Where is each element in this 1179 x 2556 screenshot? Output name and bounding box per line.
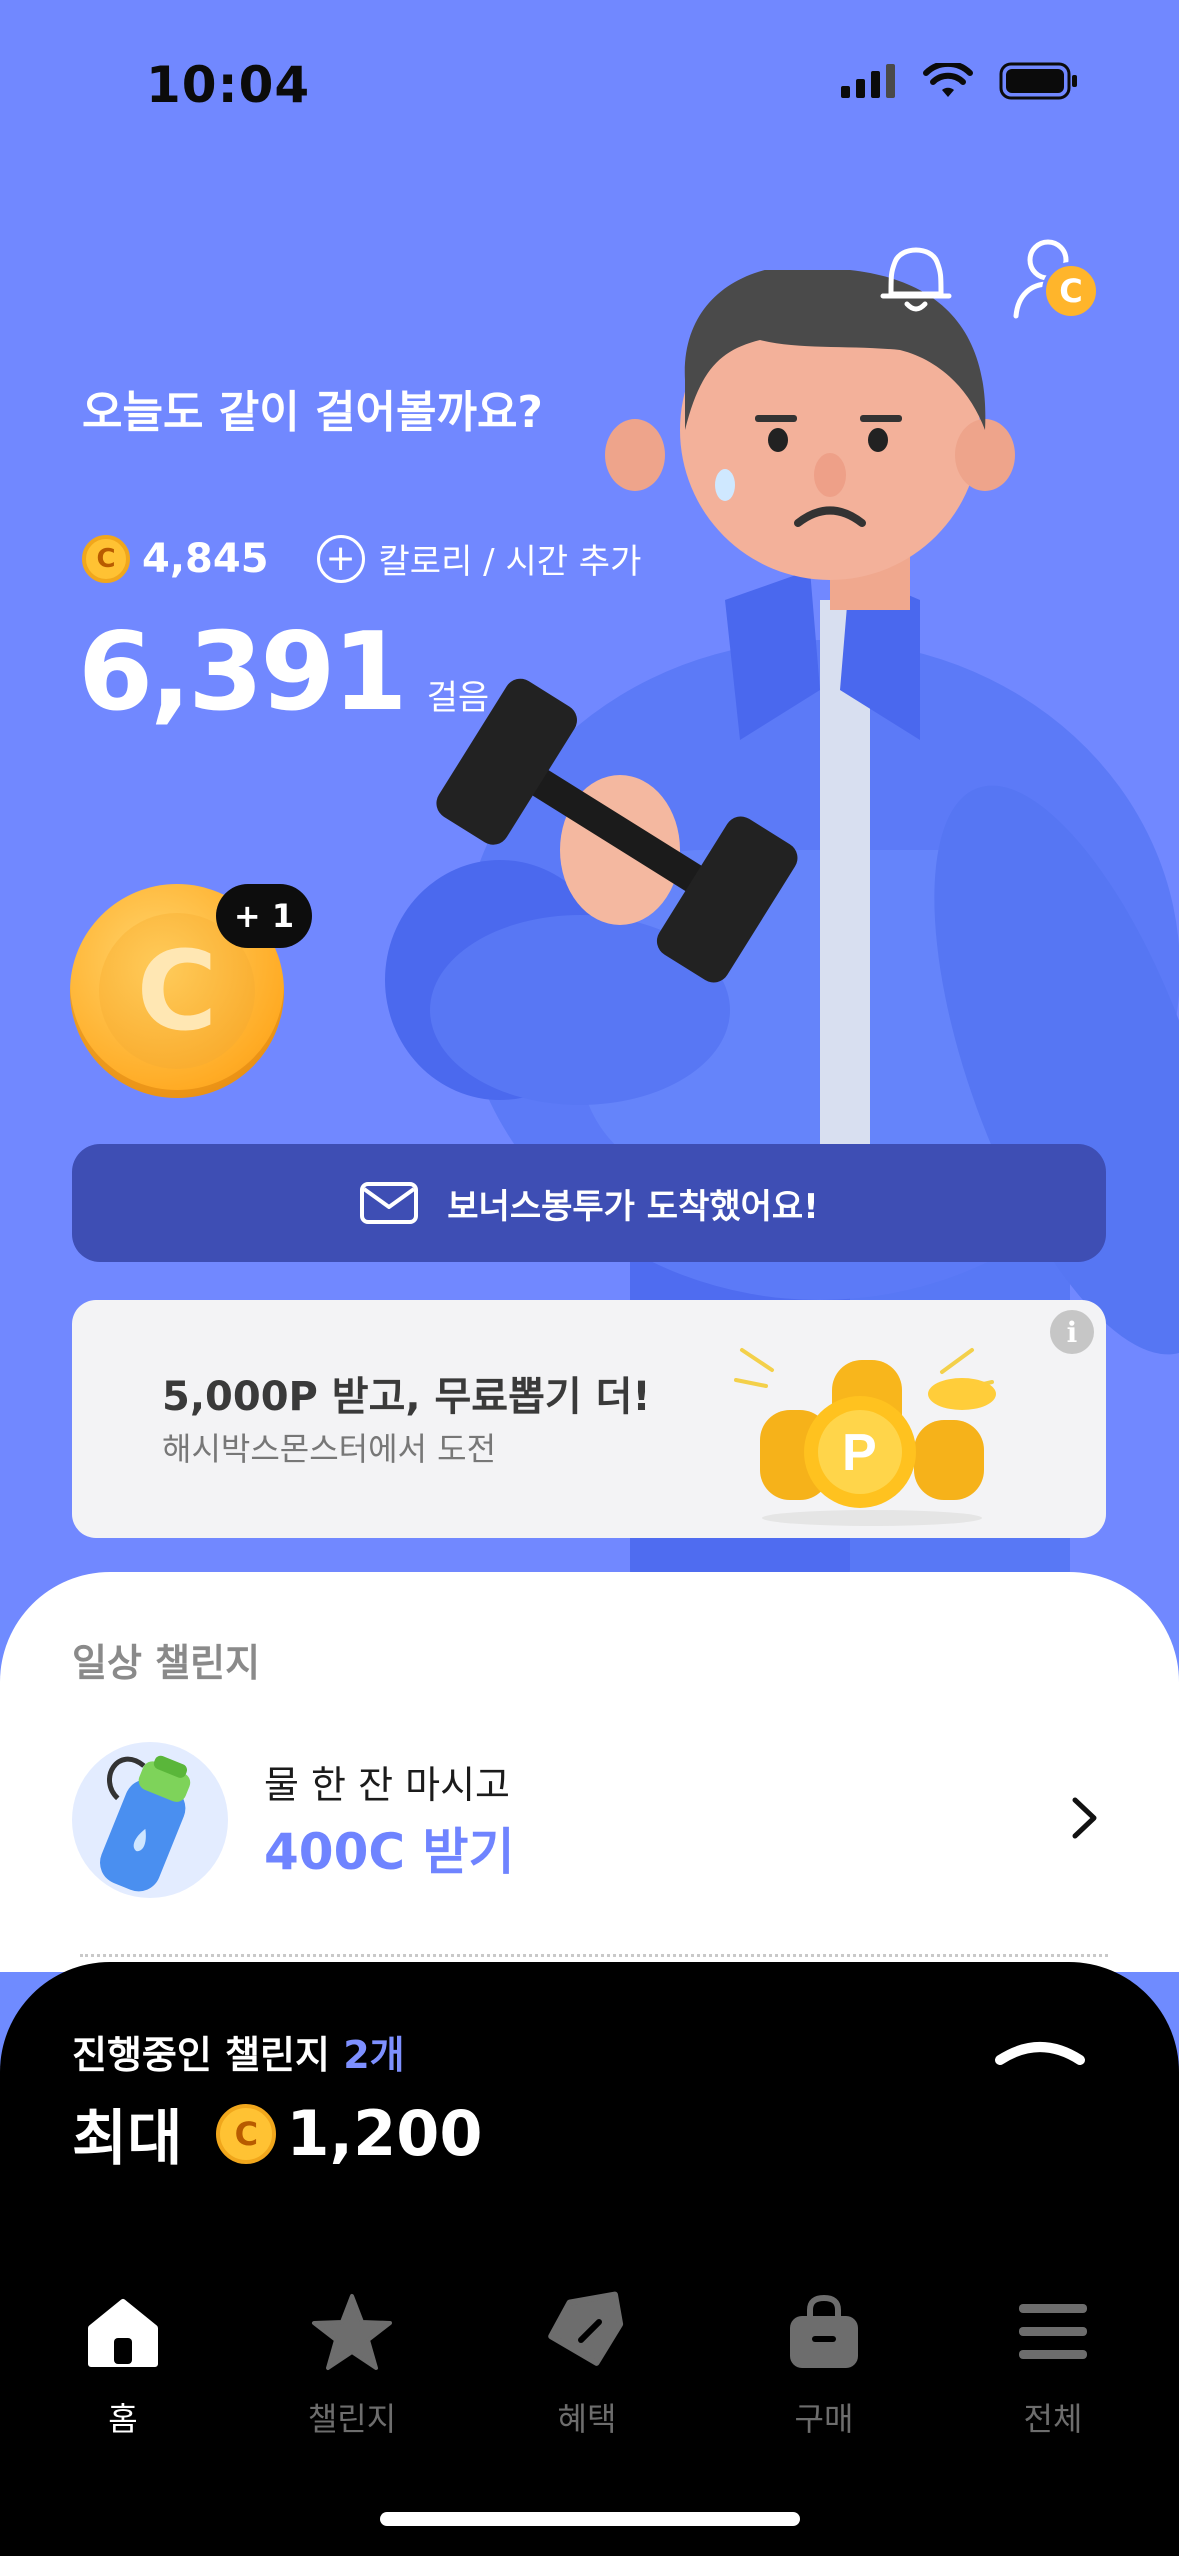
profile-coin-badge: C bbox=[1042, 262, 1100, 320]
envelope-icon bbox=[360, 1182, 419, 1224]
bell-icon[interactable] bbox=[873, 232, 959, 318]
add-calorie-time-button[interactable]: + 칼로리 / 시간 추가 bbox=[316, 534, 642, 583]
promo-subtitle: 해시박스몬스터에서 도전 bbox=[162, 1430, 497, 1468]
daily-challenge-title: 일상 챌린지 bbox=[72, 1641, 261, 1685]
greeting-text: 오늘도 같이 걸어볼까요? bbox=[82, 387, 543, 438]
promo-card[interactable]: 5,000P 받고, 무료뽑기 더! 해시박스몬스터에서 도전 i P bbox=[72, 1300, 1106, 1538]
bottom-tab-bar: 홈 챌린지 혜택 구매 전체 bbox=[0, 2290, 1179, 2450]
tag-icon bbox=[548, 2291, 624, 2366]
status-icons bbox=[841, 62, 1079, 100]
challenge-item[interactable]: 물 한 잔 마시고 400C 받기 bbox=[72, 1742, 1112, 1902]
chevron-up-icon[interactable] bbox=[990, 2028, 1090, 2068]
step-counter: 6,391 걸음 bbox=[78, 610, 489, 735]
max-label: 최대 bbox=[72, 2104, 183, 2174]
coin-row: C 4,845 + 칼로리 / 시간 추가 bbox=[82, 534, 641, 583]
ongoing-challenge-label: 진행중인 챌린지 2개 bbox=[72, 2024, 405, 2079]
signal-icon bbox=[841, 64, 895, 98]
steps-value: 6,391 bbox=[78, 610, 408, 735]
ongoing-challenge-panel: 진행중인 챌린지 2개 최대 C 1,200 bbox=[0, 1962, 1179, 2556]
max-value: 1,200 bbox=[286, 2097, 483, 2170]
star-icon bbox=[312, 2294, 392, 2370]
wifi-icon bbox=[923, 63, 973, 97]
reward-plus-badge: + 1 bbox=[216, 884, 312, 948]
daily-challenge-sheet: 일상 챌린지 물 한 잔 마시고 400C 받기 bbox=[0, 1572, 1179, 1972]
tab-benefit[interactable]: 혜택 bbox=[512, 2290, 662, 2440]
tab-challenge-label: 챌린지 bbox=[307, 2400, 397, 2438]
tab-home[interactable]: 홈 bbox=[48, 2290, 198, 2440]
tab-all[interactable]: 전체 bbox=[978, 2290, 1128, 2440]
battery-icon bbox=[999, 62, 1077, 100]
tab-purchase-label: 구매 bbox=[794, 2400, 854, 2438]
challenge-text: 물 한 잔 마시고 bbox=[264, 1763, 510, 1807]
home-icon bbox=[88, 2299, 158, 2367]
bag-icon bbox=[790, 2294, 858, 2368]
hero-section: 10:04 C 오늘도 같이 걸어볼까요? C 4,845 + 칼로리 / 시간… bbox=[0, 0, 1179, 1620]
chevron-right-icon[interactable] bbox=[1060, 1788, 1110, 1848]
tab-home-label: 홈 bbox=[108, 2400, 138, 2438]
max-reward-row: 최대 C 1,200 bbox=[72, 2090, 483, 2177]
ongoing-label-text: 진행중인 챌린지 bbox=[72, 2033, 330, 2077]
tab-all-label: 전체 bbox=[1023, 2400, 1083, 2438]
coin-balance: 4,845 bbox=[142, 535, 269, 582]
ongoing-count: 2개 bbox=[343, 2033, 405, 2077]
tab-challenge[interactable]: 챌린지 bbox=[277, 2290, 427, 2440]
coin-stack-illustration: P bbox=[734, 1348, 996, 1526]
water-bottle-icon bbox=[72, 1742, 228, 1898]
steps-unit: 걸음 bbox=[426, 678, 490, 718]
challenge-reward: 400C 받기 bbox=[264, 1823, 515, 1881]
tab-purchase[interactable]: 구매 bbox=[749, 2290, 899, 2440]
status-time: 10:04 bbox=[146, 56, 311, 114]
menu-icon bbox=[1019, 2304, 1087, 2359]
svg-text:P: P bbox=[842, 1424, 877, 1482]
plus-circle-icon: + bbox=[316, 534, 365, 583]
coin-icon: C bbox=[82, 534, 130, 583]
promo-title: 5,000P 받고, 무료뽑기 더! bbox=[162, 1374, 651, 1420]
bonus-envelope-banner[interactable]: 보너스봉투가 도착했어요! bbox=[72, 1144, 1106, 1262]
home-indicator bbox=[380, 2512, 800, 2526]
info-icon[interactable]: i bbox=[1050, 1310, 1094, 1354]
divider bbox=[80, 1954, 1108, 1957]
add-calorie-time-label: 칼로리 / 시간 추가 bbox=[378, 542, 642, 582]
tab-benefit-label: 혜택 bbox=[557, 2400, 617, 2438]
bonus-banner-label: 보너스봉투가 도착했어요! bbox=[447, 1186, 819, 1227]
coin-icon: C bbox=[216, 2103, 277, 2164]
